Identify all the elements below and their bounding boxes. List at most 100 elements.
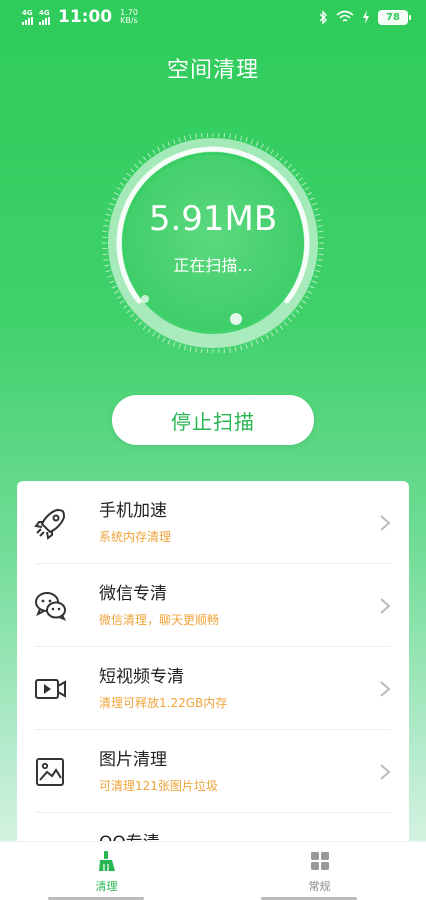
- gauge-tick: [142, 325, 147, 330]
- gauge-tick: [304, 187, 310, 191]
- gauge-tick: [126, 309, 131, 314]
- gauge-tick: [167, 339, 171, 345]
- scanned-size: 5.91MB: [148, 199, 278, 239]
- wechat-icon: [35, 592, 67, 621]
- feature-subtitle: 微信清理，聊天更顺畅: [99, 613, 220, 627]
- gauge-tick: [126, 172, 131, 177]
- nav-tab-general[interactable]: 常规: [213, 842, 426, 900]
- gauge-tick: [172, 139, 176, 145]
- battery-indicator: 78: [378, 9, 411, 25]
- feature-row-image-clean[interactable]: 图片清理 可清理121张图片垃圾: [17, 730, 409, 813]
- feature-title: 手机加速: [99, 501, 167, 521]
- gauge-tick: [304, 295, 310, 299]
- gauge-tick: [134, 317, 139, 322]
- feature-row-short-video[interactable]: 短视频专清 清理可释放1.22GB内存: [17, 647, 409, 730]
- feature-list: 手机加速 系统内存清理 微信专清 微信清理，聊天更顺畅 短视频专清 清理可释放1…: [17, 481, 409, 861]
- gauge-tick: [245, 137, 248, 143]
- gauge-tick: [260, 337, 264, 343]
- gauge-tick: [122, 304, 128, 309]
- gauge-tick: [189, 346, 192, 352]
- nav-label-clean: 清理: [95, 880, 118, 893]
- gauge-tick: [119, 300, 125, 304]
- stop-scan-button[interactable]: 停止扫描: [112, 395, 314, 445]
- gauge-tick: [311, 280, 317, 284]
- sim2-label: 4G: [39, 8, 50, 17]
- gauge-tick: [111, 285, 117, 289]
- gauge-tick: [279, 156, 284, 161]
- network-speed: 1.70 KB/s: [120, 9, 138, 25]
- sim1-label: 4G: [22, 8, 33, 17]
- feature-text: 图片清理 可清理121张图片垃圾: [99, 750, 218, 793]
- gauge-tick: [113, 290, 119, 294]
- gauge-tick: [172, 341, 176, 347]
- gauge-tick: [162, 143, 166, 149]
- gauge-tick: [162, 337, 166, 343]
- gauge-tick: [291, 168, 296, 173]
- grid-icon: [310, 852, 329, 870]
- gauge-tick: [130, 168, 135, 173]
- feature-text: 微信专清 微信清理，聊天更顺畅: [99, 584, 219, 627]
- feature-text: 短视频专清 清理可释放1.22GB内存: [99, 667, 227, 710]
- sim2-signal: 4G: [39, 8, 50, 25]
- feature-row-phone-boost[interactable]: 手机加速 系统内存清理: [17, 481, 409, 564]
- rocket-icon: [34, 508, 66, 540]
- gauge-tick: [295, 309, 300, 314]
- gauge-tick: [250, 139, 254, 145]
- gauge-tick: [265, 334, 269, 340]
- status-right: 78: [318, 9, 411, 25]
- gauge-tick: [157, 334, 161, 340]
- page-title: 空间清理: [166, 58, 259, 83]
- gauge-tick: [195, 347, 197, 353]
- network-speed-unit: KB/s: [120, 16, 138, 25]
- gauge-tick: [298, 304, 304, 309]
- gauge-tick: [301, 300, 307, 304]
- nav-label-general: 常规: [308, 880, 331, 893]
- gauge-tick: [200, 348, 203, 353]
- gauge-tick: [295, 172, 300, 177]
- scan-status: 正在扫描...: [173, 256, 253, 275]
- gauge-tick: [283, 160, 288, 165]
- gauge-tick: [183, 135, 187, 141]
- gauge-tick: [223, 133, 226, 138]
- gauge-tick: [291, 313, 296, 318]
- gauge-tick: [229, 347, 231, 353]
- gauge-tick: [274, 328, 279, 334]
- gauge-tick: [130, 313, 135, 318]
- gauge-tick: [234, 346, 237, 352]
- gauge-tick: [239, 345, 243, 351]
- gauge-tick: [142, 156, 147, 161]
- feature-title: 微信专清: [99, 584, 167, 604]
- sim1-signal: 4G: [22, 8, 33, 25]
- gauge-tick: [270, 149, 274, 155]
- video-icon: [35, 679, 66, 699]
- gauge-tick: [270, 331, 274, 337]
- gauge-tick: [245, 343, 248, 349]
- gauge-tick: [147, 152, 152, 158]
- gauge-tick: [167, 141, 171, 147]
- gauge-tick: [138, 160, 143, 165]
- status-left: 4G 4G 11:00 1.70 KB/s: [22, 7, 138, 27]
- signal-bars-icon: [39, 16, 50, 25]
- gauge-tick: [157, 146, 161, 152]
- gauge-tick: [307, 290, 313, 294]
- gauge-tick: [255, 339, 259, 345]
- gauge-tick: [287, 164, 292, 169]
- gauge-tick: [200, 133, 203, 138]
- feature-row-wechat[interactable]: 微信专清 微信清理，聊天更顺畅: [17, 564, 409, 647]
- gauge-tick: [134, 164, 139, 169]
- gauge-tick: [109, 280, 115, 284]
- gauge-tick: [309, 285, 315, 289]
- gauge-tick: [279, 325, 284, 330]
- feature-text: 手机加速 系统内存清理: [99, 501, 171, 544]
- gauge-tick: [152, 331, 156, 337]
- gauge-inner: [125, 155, 301, 331]
- gauge-tick: [234, 134, 237, 140]
- nav-tab-clean[interactable]: 清理: [0, 842, 213, 900]
- gauge-tick: [138, 321, 143, 326]
- feature-subtitle: 清理可释放1.22GB内存: [99, 696, 228, 710]
- chevron-right-icon: [380, 515, 391, 531]
- gauge-tick: [255, 141, 259, 147]
- bluetooth-icon: [319, 9, 327, 25]
- chevron-right-icon: [380, 764, 391, 780]
- wifi-icon: [336, 10, 354, 22]
